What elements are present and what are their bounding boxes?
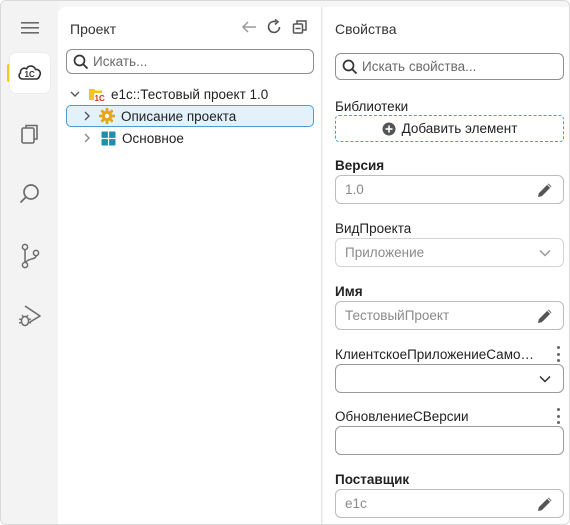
search-icon <box>18 182 42 209</box>
search-icon <box>342 59 358 75</box>
files-icon <box>19 122 41 149</box>
chevron-down-icon[interactable] <box>68 87 82 101</box>
refresh-button[interactable] <box>265 18 283 38</box>
properties-search-field[interactable] <box>335 53 564 80</box>
gear-icon <box>98 107 116 125</box>
project-panel-title: Проект <box>70 21 117 37</box>
search-icon <box>73 54 89 70</box>
activity-run-debug-button[interactable] <box>10 297 50 337</box>
tree-item-label: Описание проекта <box>121 108 237 124</box>
tree-item-label: Основное <box>122 130 184 146</box>
project-type-select[interactable]: Приложение <box>335 238 564 267</box>
chevron-right-icon[interactable] <box>80 109 94 123</box>
pencil-icon[interactable] <box>536 307 554 325</box>
svg-text:1C: 1C <box>95 94 105 102</box>
chevron-down-icon <box>536 244 554 262</box>
tree-item-main[interactable]: Основное <box>80 127 184 149</box>
kebab-dot <box>556 359 560 362</box>
activity-bar: 1C <box>1 1 58 524</box>
update-field[interactable] <box>335 426 564 455</box>
update-label: ОбновлениеСВерсии <box>335 409 469 424</box>
project-search-input[interactable] <box>93 54 313 69</box>
project-panel: Проект 1C <box>58 7 322 524</box>
kebab-dot <box>556 421 560 424</box>
libraries-label: Библиотеки <box>335 99 409 114</box>
project-type-value: Приложение <box>345 245 425 260</box>
1c-cloud-icon: 1C <box>17 61 43 86</box>
app-window: 1C Проект Искать... 1C e1c::Тестовый про… <box>0 0 570 525</box>
arrow-left-icon <box>241 20 257 37</box>
version-label: Версия <box>335 158 385 173</box>
client-app-more-button[interactable] <box>555 346 561 362</box>
back-button[interactable] <box>240 19 258 37</box>
update-more-button[interactable] <box>555 408 561 424</box>
menu-button[interactable] <box>10 9 50 49</box>
tree-item-project-root[interactable]: 1C e1c::Тестовый проект 1.0 <box>68 83 268 105</box>
version-field[interactable]: 1.0 <box>335 175 564 204</box>
project-search-field[interactable] <box>66 49 314 74</box>
activity-search-button[interactable] <box>10 175 50 215</box>
collapse-all-button[interactable] <box>291 19 309 37</box>
kebab-dot <box>556 352 560 356</box>
version-value: 1.0 <box>345 182 364 197</box>
pencil-icon[interactable] <box>536 181 554 199</box>
plus-circle-icon <box>382 122 396 136</box>
activity-1c-button[interactable]: 1C <box>10 53 50 93</box>
1c-folder-icon: 1C <box>88 85 106 103</box>
client-app-label: КлиентскоеПриложениеСамост... <box>335 347 540 362</box>
properties-panel-title: Свойства <box>335 21 397 37</box>
name-label: Имя <box>335 284 363 299</box>
pencil-icon[interactable] <box>536 495 554 513</box>
kebab-dot <box>556 408 560 411</box>
name-value: ТестовыйПроект <box>345 308 450 323</box>
kebab-dot <box>556 346 560 349</box>
svg-text:1C: 1C <box>25 70 35 79</box>
grid-icon <box>99 129 117 147</box>
properties-panel: Свойства Библиотеки Добавить элемент Вер… <box>323 7 569 524</box>
tree-item-label: e1c::Тестовый проект 1.0 <box>111 86 269 102</box>
name-field[interactable]: ТестовыйПроект <box>335 301 564 330</box>
project-type-label: ВидПроекта <box>335 221 412 236</box>
menu-icon <box>21 21 39 38</box>
run-debug-icon <box>17 303 43 332</box>
vendor-field[interactable]: e1c <box>335 489 564 518</box>
add-element-label: Добавить элемент <box>401 121 518 136</box>
vendor-label: Поставщик <box>335 472 410 487</box>
activity-source-control-button[interactable] <box>10 237 50 277</box>
chevron-down-icon <box>536 370 554 388</box>
add-element-button[interactable]: Добавить элемент <box>335 115 564 142</box>
source-control-icon <box>19 243 41 272</box>
properties-search-input[interactable] <box>362 59 563 74</box>
tree-item-project-description[interactable]: Описание проекта <box>66 105 314 127</box>
collapse-all-icon <box>292 19 308 38</box>
client-app-select[interactable] <box>335 364 564 393</box>
chevron-right-icon[interactable] <box>80 131 94 145</box>
refresh-icon <box>266 18 282 38</box>
vendor-value: e1c <box>345 496 367 511</box>
activity-files-button[interactable] <box>10 115 50 155</box>
kebab-dot <box>556 414 560 418</box>
